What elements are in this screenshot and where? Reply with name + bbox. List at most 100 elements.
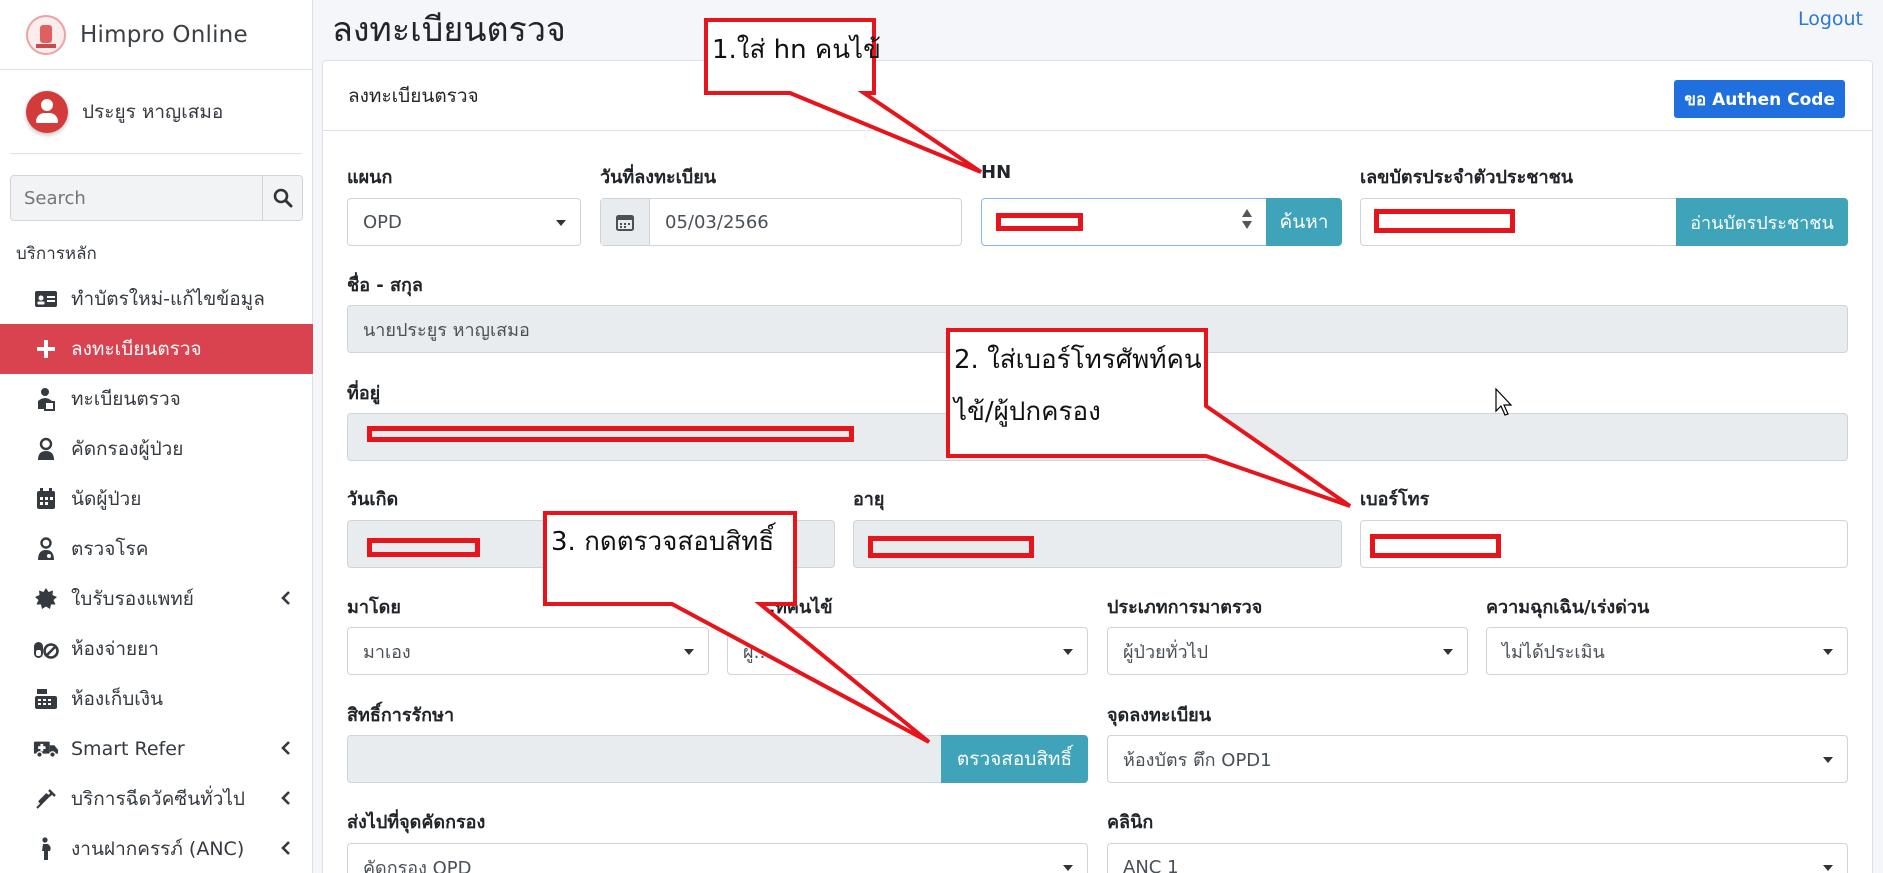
arrival-value: มาเอง xyxy=(363,641,411,663)
annotation-step2-line1: 2. ใส่เบอร์โทรศัพท์คน xyxy=(954,345,1202,375)
patient-type-label-text: …ท่คนไข้ xyxy=(757,597,833,618)
patient-type-select[interactable]: ผู้… xyxy=(727,627,1088,675)
register-point-select[interactable]: ห้องบัตร ตึก OPD1 xyxy=(1107,735,1848,783)
hn-search-button[interactable]: ค้นหา xyxy=(1266,198,1342,246)
calendar-icon xyxy=(33,486,59,512)
sidebar-item-register-list[interactable]: ทะเบียนตรวจ xyxy=(0,374,313,424)
sidebar-item-label: งานฝากครรภ์ (ANC) xyxy=(71,838,245,860)
redaction-box xyxy=(1374,209,1515,233)
sidebar-item-label: ทำบัตรใหม่-แก้ไขข้อมูล xyxy=(71,288,265,310)
sidebar-item-register[interactable]: ลงทะเบียนตรวจ xyxy=(0,324,313,374)
hn-label: HN xyxy=(981,162,1012,183)
sidebar-item-cashier[interactable]: ห้องเก็บเงิน xyxy=(0,674,313,724)
sidebar-item-label: ใบรับรองแพทย์ xyxy=(71,588,194,610)
sidebar-item-screening[interactable]: คัดกรองผู้ป่วย xyxy=(0,424,313,474)
search-input[interactable] xyxy=(11,176,262,220)
patient-list-icon xyxy=(33,386,59,412)
right-label: สิทธิ์การรักษา xyxy=(347,705,455,726)
patient-type-label: …ท่คนไข้ xyxy=(727,592,833,621)
sidebar-item-smart-refer[interactable]: Smart Refer xyxy=(0,724,313,774)
clinic-label: คลินิก xyxy=(1107,812,1154,833)
sidebar-item-label: ทะเบียนตรวจ xyxy=(71,388,181,410)
sidebar-item-vaccine[interactable]: บริการฉีดวัคซีนทั่วไป xyxy=(0,774,313,824)
page-title: ลงทะเบียนตรวจ xyxy=(332,10,566,50)
exam-type-value: ผู้ป่วยทั่วไป xyxy=(1123,641,1209,663)
user-panel[interactable]: ประยูร หาญเสมอ xyxy=(10,70,302,154)
redaction-box xyxy=(1370,534,1501,558)
exam-type-select[interactable]: ผู้ป่วยทั่วไป xyxy=(1107,627,1468,675)
arrival-select[interactable]: มาเอง xyxy=(347,627,709,675)
clinic-select[interactable]: ANC 1 xyxy=(1107,843,1848,873)
register-point-value: ห้องบัตร ตึก OPD1 xyxy=(1123,749,1272,771)
urgency-select[interactable]: ไม่ได้ประเมิน xyxy=(1486,627,1848,675)
annotation-step2-line2: ไข้/ผู้ปกครอง xyxy=(954,397,1101,427)
search-button[interactable] xyxy=(262,176,302,220)
sidebar-item-label: นัดผู้ป่วย xyxy=(71,488,142,510)
patient-type-value: ผู้… xyxy=(743,641,772,663)
doctor-icon xyxy=(33,536,59,562)
right-field xyxy=(347,735,942,783)
menu-section-header: บริการหลัก xyxy=(16,244,97,264)
authen-code-button[interactable]: ขอ Authen Code xyxy=(1674,80,1845,118)
chevron-left-icon xyxy=(281,791,290,805)
annotation-step1: 1.ใส่ hn คนไข้ xyxy=(712,35,881,65)
sidebar-item-certificate[interactable]: ใบรับรองแพทย์ xyxy=(0,574,313,624)
sidebar-item-new-card[interactable]: ทำบัตรใหม่-แก้ไขข้อมูล xyxy=(0,274,313,324)
register-date-label: วันที่ลงทะเบียน xyxy=(600,167,717,188)
brand[interactable]: Himpro Online xyxy=(0,0,312,70)
arrival-label: มาโดย xyxy=(347,597,401,618)
redaction-box xyxy=(868,536,1034,558)
fullname-label: ชื่อ - สกุล xyxy=(347,275,423,296)
register-date-field[interactable]: 05/03/2566 xyxy=(600,198,962,246)
sidebar-item-diagnosis[interactable]: ตรวจโรค xyxy=(0,524,313,574)
avatar xyxy=(26,90,68,133)
phone-label: เบอร์โทร xyxy=(1360,489,1430,510)
exam-type-label: ประเภทการมาตรวจ xyxy=(1107,597,1263,618)
address-label: ที่อยู่ xyxy=(347,383,381,404)
department-select[interactable]: OPD xyxy=(347,198,581,246)
fullname-value: นายประยูร หาญเสมอ xyxy=(363,319,530,341)
card-title: ลงทะเบียนตรวจ xyxy=(348,85,479,107)
department-value: OPD xyxy=(363,211,402,233)
pills-icon xyxy=(33,636,59,662)
sidebar-item-label: ห้องเก็บเงิน xyxy=(71,688,164,710)
department-label: แผนก xyxy=(347,167,393,188)
redaction-box xyxy=(367,538,480,557)
cash-register-icon xyxy=(33,686,59,712)
birthdate-label: วันเกิด xyxy=(347,489,399,510)
read-id-card-button[interactable]: อ่านบัตรประชาชน xyxy=(1676,198,1848,246)
logout-link[interactable]: Logout xyxy=(1798,8,1863,30)
sidebar-item-label: คัดกรองผู้ป่วย xyxy=(71,438,184,460)
plus-icon xyxy=(33,336,59,362)
chevron-left-icon xyxy=(281,591,290,605)
sidebar-item-appointment[interactable]: นัดผู้ป่วย xyxy=(0,474,313,524)
sidebar-item-label: ลงทะเบียนตรวจ xyxy=(71,338,202,360)
chevron-left-icon xyxy=(281,741,290,755)
user-name: ประยูร หาญเสมอ xyxy=(82,100,224,123)
syringe-icon xyxy=(33,786,59,812)
spin-up-icon xyxy=(1242,209,1252,217)
ambulance-icon xyxy=(33,736,59,762)
urgency-label: ความฉุกเฉิน/เร่งด่วน xyxy=(1486,597,1650,618)
send-to-select[interactable]: คัดกรอง OPD xyxy=(347,843,1088,873)
chevron-left-icon xyxy=(281,841,290,855)
search-box xyxy=(10,175,303,221)
calendar-icon xyxy=(601,199,650,245)
pregnant-icon xyxy=(33,836,59,862)
sidebar-item-label: บริการฉีดวัคซีนทั่วไป xyxy=(71,788,245,810)
number-spinner[interactable] xyxy=(1242,209,1252,229)
age-label: อายุ xyxy=(853,489,885,510)
check-right-button[interactable]: ตรวจสอบสิทธิ์ xyxy=(941,735,1088,783)
certificate-icon xyxy=(33,586,59,612)
sidebar: Himpro Online ประยูร หาญเสมอ บริการหลัก … xyxy=(0,0,313,873)
register-date-value: 05/03/2566 xyxy=(665,211,769,233)
citizen-id-label: เลขบัตรประจำตัวประชาชน xyxy=(1360,167,1574,188)
brand-name: Himpro Online xyxy=(80,21,248,48)
sidebar-item-anc[interactable]: งานฝากครรภ์ (ANC) xyxy=(0,824,313,873)
redaction-box xyxy=(367,426,854,442)
clinic-value: ANC 1 xyxy=(1123,856,1179,873)
id-card-icon xyxy=(33,286,59,312)
search-icon xyxy=(273,188,292,208)
sidebar-item-pharmacy[interactable]: ห้องจ่ายยา xyxy=(0,624,313,674)
sidebar-item-label: Smart Refer xyxy=(71,738,185,760)
